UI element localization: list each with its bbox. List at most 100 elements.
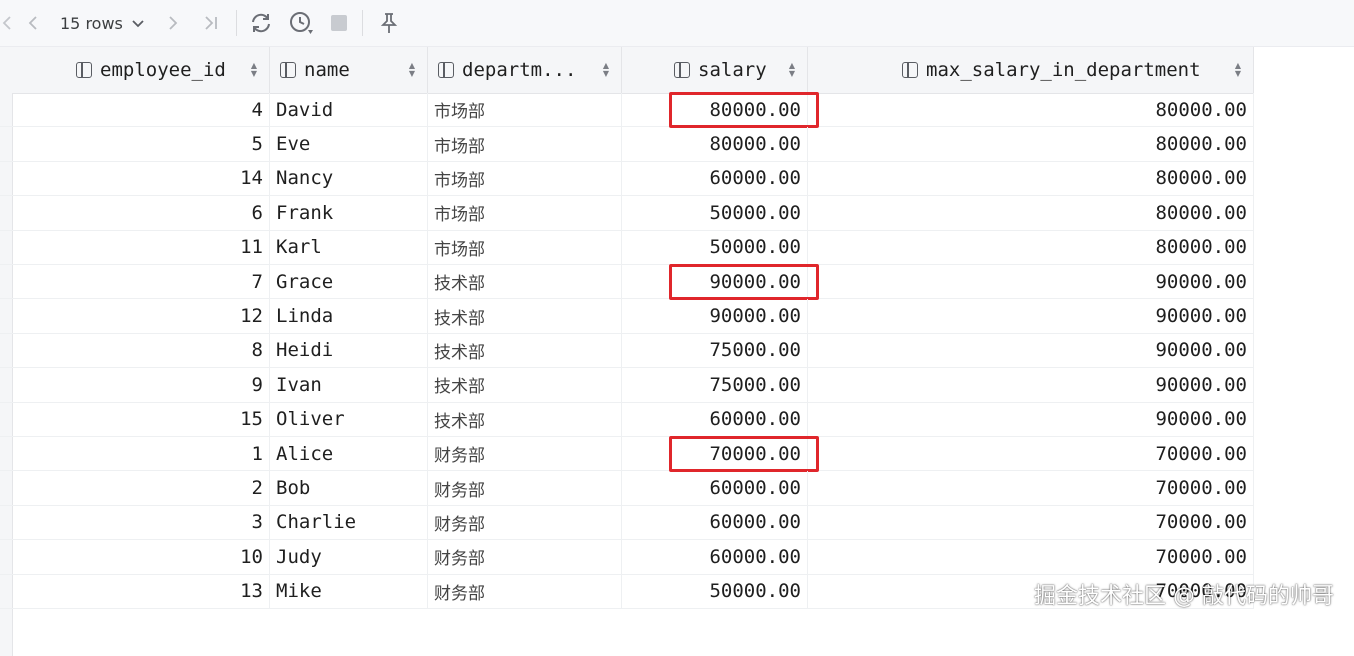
cell-salary[interactable]: 60000.00	[622, 161, 808, 196]
cell-salary[interactable]: 60000.00	[622, 402, 808, 436]
cell-max-salary[interactable]: 90000.00	[808, 402, 1254, 436]
cell-salary[interactable]: 90000.00	[622, 299, 808, 333]
cell-name[interactable]: Mike	[270, 574, 428, 608]
cell-name[interactable]: Karl	[270, 230, 428, 264]
column-header-employee-id[interactable]: employee_id ▲ ▼	[12, 47, 270, 93]
cell-salary[interactable]: 60000.00	[622, 505, 808, 540]
cell-salary[interactable]: 80000.00	[622, 127, 808, 161]
cell-salary[interactable]: 50000.00	[622, 574, 808, 608]
sort-icon[interactable]: ▲ ▼	[603, 47, 609, 93]
cell-name[interactable]: Heidi	[270, 333, 428, 368]
cell-name[interactable]: Nancy	[270, 161, 428, 196]
table-row[interactable]: 7 Grace 技术部 90000.00 90000.00	[0, 264, 1254, 301]
cell-department[interactable]: 技术部	[428, 402, 622, 436]
cell-name[interactable]: Eve	[270, 127, 428, 161]
column-header-name[interactable]: name ▲ ▼	[270, 47, 428, 93]
first-page-icon[interactable]	[0, 0, 14, 46]
last-page-icon[interactable]	[198, 0, 224, 46]
prev-page-icon[interactable]	[22, 0, 44, 46]
cell-department[interactable]: 财务部	[428, 574, 622, 608]
cell-max-salary[interactable]: 70000.00	[808, 540, 1254, 574]
table-row[interactable]: 3 Charlie 财务部 60000.00 70000.00	[0, 505, 1254, 541]
cell-name[interactable]: Bob	[270, 471, 428, 505]
cell-salary[interactable]: 75000.00	[622, 368, 808, 402]
cell-max-salary[interactable]: 80000.00	[808, 161, 1254, 196]
cell-salary[interactable]: 50000.00	[622, 230, 808, 264]
cell-employee-id[interactable]: 9	[12, 368, 270, 402]
cell-name[interactable]: Grace	[270, 265, 428, 299]
cell-salary[interactable]: 50000.00	[622, 196, 808, 230]
cell-department[interactable]: 技术部	[428, 299, 622, 333]
table-row[interactable]: 15 Oliver 技术部 60000.00 90000.00	[0, 402, 1254, 437]
cell-employee-id[interactable]: 13	[12, 574, 270, 608]
cell-department[interactable]: 财务部	[428, 540, 622, 574]
cell-employee-id[interactable]: 14	[12, 161, 270, 196]
cell-department[interactable]: 技术部	[428, 333, 622, 368]
stop-icon[interactable]	[326, 0, 352, 46]
cell-employee-id[interactable]: 8	[12, 333, 270, 368]
cell-name[interactable]: Frank	[270, 196, 428, 230]
cell-max-salary[interactable]: 80000.00	[808, 93, 1254, 127]
table-row[interactable]: 12 Linda 技术部 90000.00 90000.00	[0, 299, 1254, 334]
cell-max-salary[interactable]: 90000.00	[808, 265, 1254, 299]
cell-department[interactable]: 财务部	[428, 505, 622, 540]
cell-max-salary[interactable]: 70000.00	[808, 471, 1254, 505]
cell-employee-id[interactable]: 3	[12, 505, 270, 540]
table-row[interactable]: 2 Bob 财务部 60000.00 70000.00	[0, 471, 1254, 506]
cell-employee-id[interactable]: 10	[12, 540, 270, 574]
cell-department[interactable]: 财务部	[428, 471, 622, 505]
cell-department[interactable]: 技术部	[428, 368, 622, 402]
cell-salary[interactable]: 60000.00	[622, 471, 808, 505]
cell-employee-id[interactable]: 7	[12, 265, 270, 299]
cell-max-salary[interactable]: 90000.00	[808, 333, 1254, 368]
column-header-salary[interactable]: salary ▲ ▼	[622, 47, 808, 93]
cell-name[interactable]: Alice	[270, 437, 428, 471]
cell-employee-id[interactable]: 1	[12, 437, 270, 471]
cell-department[interactable]: 技术部	[428, 265, 622, 299]
sort-icon[interactable]: ▲ ▼	[789, 47, 795, 93]
cell-name[interactable]: Judy	[270, 540, 428, 574]
cell-employee-id[interactable]: 4	[12, 93, 270, 127]
cell-name[interactable]: Oliver	[270, 402, 428, 436]
next-page-icon[interactable]	[162, 0, 184, 46]
sort-icon[interactable]: ▲ ▼	[1235, 47, 1241, 93]
cell-salary[interactable]: 60000.00	[622, 540, 808, 574]
cell-name[interactable]: David	[270, 93, 428, 127]
table-row[interactable]: 6 Frank 市场部 50000.00 80000.00	[0, 196, 1254, 231]
cell-employee-id[interactable]: 2	[12, 471, 270, 505]
history-icon[interactable]	[286, 0, 316, 46]
cell-department[interactable]: 市场部	[428, 230, 622, 264]
cell-department[interactable]: 市场部	[428, 161, 622, 196]
table-row[interactable]: 1 Alice 财务部 70000.00 70000.00	[0, 436, 1254, 473]
cell-employee-id[interactable]: 12	[12, 299, 270, 333]
cell-employee-id[interactable]: 6	[12, 196, 270, 230]
cell-max-salary[interactable]: 90000.00	[808, 368, 1254, 402]
cell-name[interactable]: Linda	[270, 299, 428, 333]
cell-max-salary[interactable]: 90000.00	[808, 299, 1254, 333]
refresh-icon[interactable]	[246, 0, 276, 46]
table-row[interactable]: 9 Ivan 技术部 75000.00 90000.00	[0, 368, 1254, 403]
cell-department[interactable]: 市场部	[428, 196, 622, 230]
cell-max-salary[interactable]: 80000.00	[808, 127, 1254, 161]
cell-employee-id[interactable]: 11	[12, 230, 270, 264]
cell-max-salary[interactable]: 70000.00	[808, 505, 1254, 540]
table-row[interactable]: 5 Eve 市场部 80000.00 80000.00	[0, 127, 1254, 162]
table-row[interactable]: 11 Karl 市场部 50000.00 80000.00	[0, 230, 1254, 265]
cell-salary[interactable]: 75000.00	[622, 333, 808, 368]
cell-department[interactable]: 市场部	[428, 127, 622, 161]
cell-department[interactable]: 财务部	[428, 437, 622, 471]
column-header-max-salary[interactable]: max_salary_in_department ▲ ▼	[808, 47, 1254, 93]
sort-icon[interactable]: ▲ ▼	[409, 47, 415, 93]
cell-max-salary[interactable]: 80000.00	[808, 196, 1254, 230]
cell-name[interactable]: Ivan	[270, 368, 428, 402]
cell-employee-id[interactable]: 15	[12, 402, 270, 436]
column-header-department[interactable]: departm... ▲ ▼	[428, 47, 622, 93]
row-count-dropdown[interactable]: 15 rows	[60, 0, 145, 46]
cell-employee-id[interactable]: 5	[12, 127, 270, 161]
table-row[interactable]: 14 Nancy 市场部 60000.00 80000.00	[0, 161, 1254, 197]
table-row[interactable]: 10 Judy 财务部 60000.00 70000.00	[0, 540, 1254, 575]
cell-name[interactable]: Charlie	[270, 505, 428, 540]
table-row[interactable]: 8 Heidi 技术部 75000.00 90000.00	[0, 333, 1254, 369]
cell-max-salary[interactable]: 70000.00	[808, 437, 1254, 471]
sort-icon[interactable]: ▲ ▼	[251, 47, 257, 93]
